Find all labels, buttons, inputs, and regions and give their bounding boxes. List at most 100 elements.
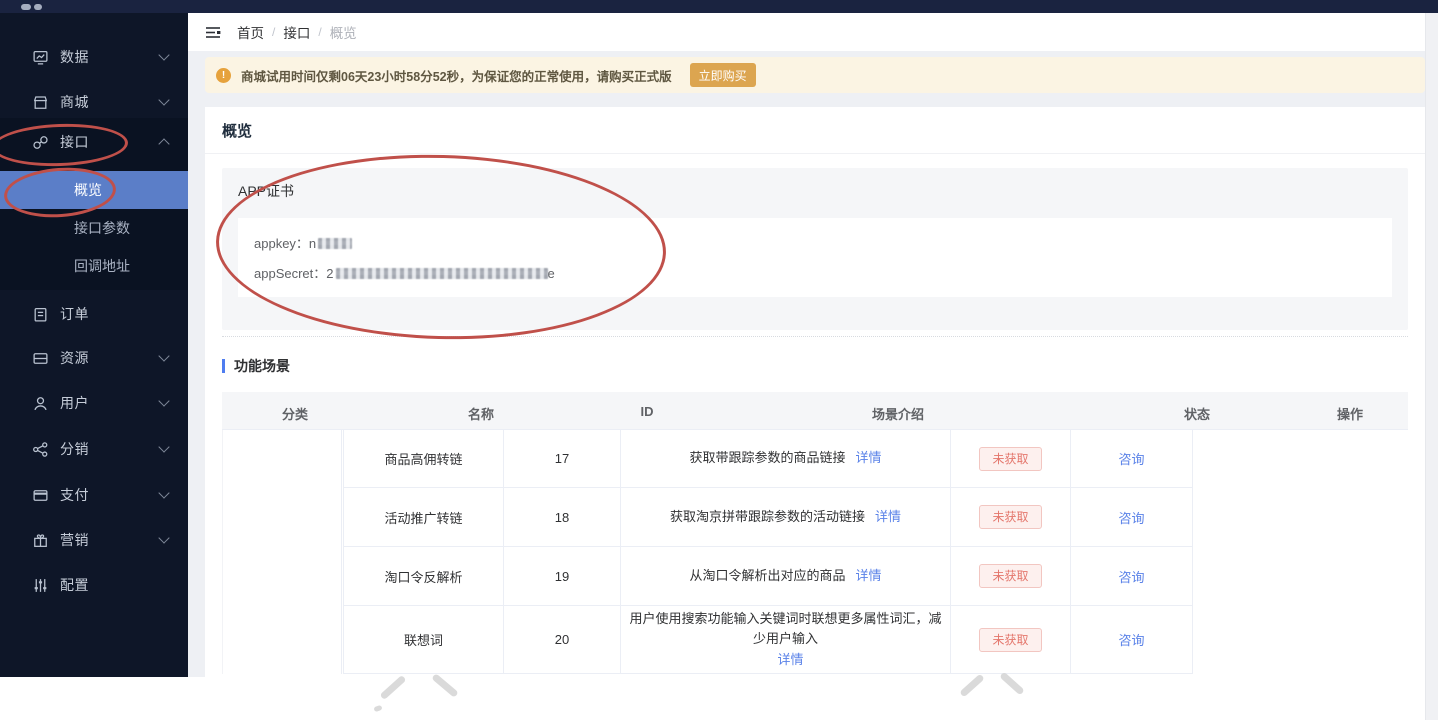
consult-link[interactable]: 咨询 bbox=[1118, 567, 1144, 586]
sidebar-item-resources[interactable]: 资源 bbox=[0, 338, 188, 378]
status-badge: 未获取 bbox=[979, 505, 1042, 529]
status-cell: 未获取 bbox=[951, 430, 1071, 487]
detail-link[interactable]: 详情 bbox=[777, 650, 803, 670]
resource-icon bbox=[32, 350, 49, 367]
status-badge: 未获取 bbox=[979, 627, 1042, 652]
chevron-up-icon bbox=[158, 138, 170, 150]
category-merged-cell bbox=[222, 430, 342, 674]
detail-link[interactable]: 详情 bbox=[856, 448, 882, 468]
table-row: 淘口令反解析 19 从淘口令解析出对应的商品 详情 未获取 咨询 bbox=[344, 547, 1193, 606]
appsecret-value-end: e bbox=[547, 266, 555, 281]
sidebar-item-label: 营销 bbox=[60, 532, 89, 548]
trial-warning-text: 商城试用时间仅剩06天23小时58分52秒，为保证您的正常使用，请购买正式版 bbox=[241, 69, 672, 84]
sidebar-item-label: 接口 bbox=[60, 134, 89, 150]
scene-id: 18 bbox=[504, 488, 621, 546]
action-cell: 咨询 bbox=[1071, 488, 1193, 546]
sidebar-subitem-api-params[interactable]: 接口参数 bbox=[0, 209, 188, 247]
vertical-scrollbar[interactable] bbox=[1425, 13, 1438, 720]
status-cell: 未获取 bbox=[951, 606, 1071, 673]
status-badge: 未获取 bbox=[979, 564, 1042, 588]
scene-desc-cell: 获取淘京拼带跟踪参数的活动链接 详情 bbox=[621, 488, 951, 546]
action-cell: 咨询 bbox=[1071, 430, 1193, 487]
sidebar-item-marketing[interactable]: 营销 bbox=[0, 520, 188, 560]
sidebar-item-distribution[interactable]: 分销 bbox=[0, 429, 188, 469]
pay-icon bbox=[32, 487, 49, 504]
trial-warning-banner: ! 商城试用时间仅剩06天23小时58分52秒，为保证您的正常使用，请购买正式版… bbox=[205, 57, 1425, 93]
breadcrumb-api[interactable]: 接口 bbox=[283, 22, 310, 42]
status-cell: 未获取 bbox=[951, 488, 1071, 546]
appsecret-redacted-value bbox=[335, 268, 548, 279]
column-header-status: 状态 bbox=[1183, 407, 1211, 422]
sidebar-subitem-callback-url[interactable]: 回调地址 bbox=[0, 247, 188, 285]
monitor-icon bbox=[32, 49, 49, 66]
appkey-redacted-value bbox=[318, 238, 353, 249]
scene-desc-cell: 获取带跟踪参数的商品链接 详情 bbox=[621, 430, 951, 487]
sidebar-item-users[interactable]: 用户 bbox=[0, 383, 188, 423]
scene-name: 活动推广转链 bbox=[344, 488, 504, 546]
appkey-value-start: n bbox=[308, 236, 317, 251]
sidebar-item-settings[interactable]: 配置 bbox=[0, 565, 188, 605]
sidebar-group-api: 接口 概览 接口参数 回调地址 bbox=[0, 118, 188, 290]
scene-desc-cell: 从淘口令解析出对应的商品 详情 bbox=[621, 547, 951, 605]
sidebar-item-label: 订单 bbox=[60, 306, 89, 322]
table-header: 分类 名称 ID 场景介绍 状态 操作 bbox=[222, 392, 1408, 430]
table-body: 商品高佣转链 17 获取带跟踪参数的商品链接 详情 未获取 咨询 活动推广转链 1… bbox=[343, 430, 1193, 674]
chevron-down-icon bbox=[158, 94, 170, 106]
chevron-down-icon bbox=[158, 395, 170, 407]
page-title: 概览 bbox=[205, 107, 1425, 154]
column-header-scene: 场景介绍 bbox=[871, 407, 925, 422]
app-certificate-box: appkey：n appSecret：2 e bbox=[238, 218, 1392, 297]
appkey-label: appkey： bbox=[254, 236, 309, 251]
sidebar-subitem-label: 回调地址 bbox=[74, 258, 130, 274]
detail-link[interactable]: 详情 bbox=[875, 507, 901, 527]
gift-icon bbox=[32, 532, 49, 549]
table-row: 商品高佣转链 17 获取带跟踪参数的商品链接 详情 未获取 咨询 bbox=[344, 430, 1193, 488]
column-header-id: ID bbox=[640, 404, 654, 419]
shop-icon bbox=[32, 94, 49, 111]
column-header-name: 名称 bbox=[467, 407, 495, 422]
section-title: 功能场景 bbox=[234, 358, 290, 374]
action-cell: 咨询 bbox=[1071, 606, 1193, 673]
top-bar bbox=[0, 0, 1438, 13]
sidebar-item-label: 配置 bbox=[60, 577, 89, 593]
sidebar-item-label: 支付 bbox=[60, 487, 89, 503]
consult-link[interactable]: 咨询 bbox=[1118, 449, 1144, 468]
breadcrumb-home[interactable]: 首页 bbox=[237, 22, 264, 42]
column-header-action: 操作 bbox=[1336, 407, 1364, 422]
consult-link[interactable]: 咨询 bbox=[1118, 508, 1144, 527]
appkey-row: appkey：n bbox=[254, 233, 353, 252]
logo-partial bbox=[34, 4, 42, 10]
dotted-divider bbox=[222, 336, 1408, 337]
consult-link[interactable]: 咨询 bbox=[1118, 630, 1144, 649]
scene-desc: 获取带跟踪参数的商品链接 bbox=[689, 450, 846, 466]
sidebar-fold-icon[interactable] bbox=[205, 25, 222, 40]
sidebar-item-label: 数据 bbox=[60, 49, 89, 65]
detail-link[interactable]: 详情 bbox=[856, 566, 882, 586]
section-accent-bar bbox=[222, 359, 225, 373]
app-window: 数据 商城 接口 概览 接口参数 回调地址 订单 资源 用户 分销 支付 营销 … bbox=[0, 0, 1438, 720]
section-header: 功能场景 bbox=[222, 356, 290, 376]
sidebar-subitem-label: 概览 bbox=[74, 182, 102, 198]
share-icon bbox=[32, 441, 49, 458]
scene-desc: 用户使用搜索功能输入关键词时联想更多属性词汇，减少用户输入 bbox=[629, 611, 942, 647]
sidebar-item-api[interactable]: 接口 bbox=[0, 122, 188, 162]
user-icon bbox=[32, 395, 49, 412]
breadcrumb-bar: 首页 / 接口 / 概览 bbox=[188, 13, 1425, 51]
sidebar-item-mall[interactable]: 商城 bbox=[0, 82, 188, 122]
chevron-down-icon bbox=[158, 487, 170, 499]
scene-id: 17 bbox=[504, 430, 621, 487]
breadcrumb-current: 概览 bbox=[329, 26, 357, 41]
sidebar-item-data[interactable]: 数据 bbox=[0, 37, 188, 77]
buy-now-button[interactable]: 立即购买 bbox=[689, 63, 756, 87]
sidebar-item-orders[interactable]: 订单 bbox=[0, 294, 188, 334]
column-header-category: 分类 bbox=[281, 407, 309, 422]
sidebar-subitem-overview[interactable]: 概览 bbox=[0, 171, 188, 209]
chevron-down-icon bbox=[158, 49, 170, 61]
link-icon bbox=[32, 134, 49, 151]
table-row: 活动推广转链 18 获取淘京拼带跟踪参数的活动链接 详情 未获取 咨询 bbox=[344, 488, 1193, 547]
scene-id: 20 bbox=[504, 606, 621, 673]
sidebar-item-payment[interactable]: 支付 bbox=[0, 475, 188, 515]
scene-name: 商品高佣转链 bbox=[344, 430, 504, 487]
action-cell: 咨询 bbox=[1071, 547, 1193, 605]
sliders-icon bbox=[32, 577, 49, 594]
